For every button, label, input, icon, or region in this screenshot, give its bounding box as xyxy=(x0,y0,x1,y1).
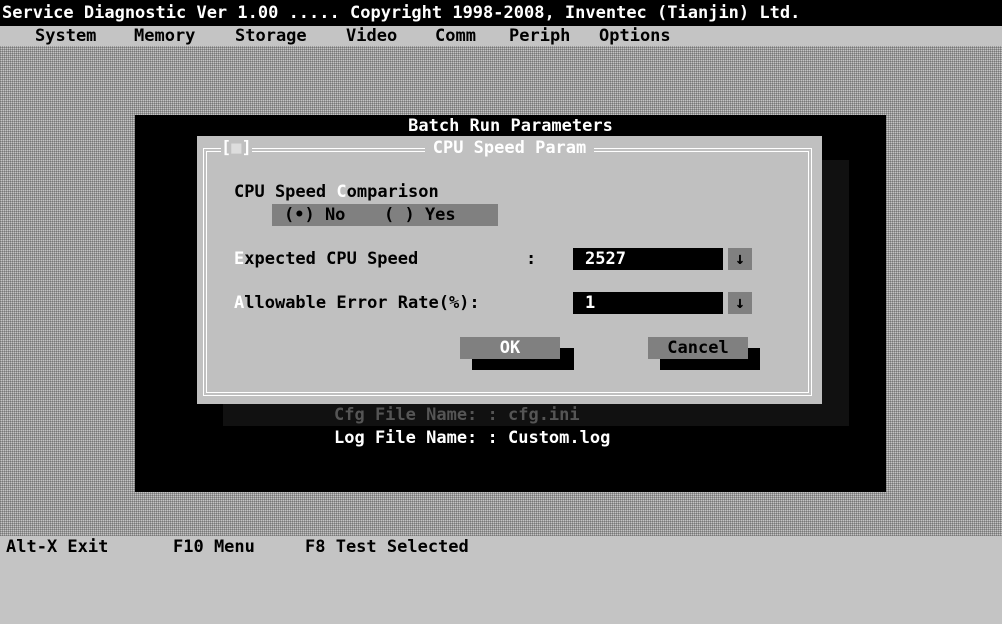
expected-cpu-speed-label: Expected CPU Speed xyxy=(234,248,418,270)
batch-run-title: Batch Run Parameters xyxy=(408,116,613,136)
menu-bar: System Memory Storage Video Comm Periph … xyxy=(0,26,1002,46)
close-icon: ■ xyxy=(231,138,242,158)
menu-comm[interactable]: Comm xyxy=(435,26,476,46)
title-bar: Service Diagnostic Ver 1.00 ..... Copyri… xyxy=(0,0,1002,26)
allowable-hotkey: A xyxy=(234,293,245,313)
expected-label-text: xpected CPU Speed xyxy=(244,249,419,269)
cpu-speed-comparison-label: CPU Speed Comparison xyxy=(234,181,439,203)
menu-storage[interactable]: Storage xyxy=(235,26,307,46)
expected-cpu-speed-input[interactable]: 2527 xyxy=(573,248,723,270)
close-box-right: ] xyxy=(241,138,252,158)
expected-colon: : xyxy=(526,249,537,269)
radio-no[interactable]: (•) No xyxy=(284,204,345,226)
expected-dropdown-icon[interactable]: ↓ xyxy=(728,248,752,270)
comparison-radio-group: (•) No ( ) Yes xyxy=(272,204,498,226)
radio-yes[interactable]: ( ) Yes xyxy=(384,204,456,226)
dialog-title-wrap: CPU Speed Param xyxy=(197,138,822,158)
status-f8-test-selected[interactable]: F8 Test Selected xyxy=(305,536,469,558)
comparison-label-suffix: omparison xyxy=(346,182,439,202)
menu-memory[interactable]: Memory xyxy=(134,26,195,46)
cfg-file-name: Cfg File Name: : cfg.ini xyxy=(334,405,580,425)
comparison-hotkey: C xyxy=(336,182,347,202)
close-box[interactable]: [■] xyxy=(221,138,252,158)
close-box-left: [ xyxy=(221,138,232,158)
allowable-error-rate-label: Allowable Error Rate(%): xyxy=(234,292,480,314)
comparison-label-prefix: CPU Speed xyxy=(234,182,337,202)
allowable-dropdown-icon[interactable]: ↓ xyxy=(728,292,752,314)
status-bar: Alt-X Exit F10 Menu F8 Test Selected xyxy=(0,536,1002,558)
expected-hotkey: E xyxy=(234,249,245,269)
ok-button[interactable]: OK xyxy=(460,337,560,359)
log-file-name: Log File Name: : Custom.log xyxy=(334,428,611,448)
menu-video[interactable]: Video xyxy=(346,26,397,46)
allowable-error-rate-input[interactable]: 1 xyxy=(573,292,723,314)
status-alt-x-exit[interactable]: Alt-X Exit xyxy=(6,536,108,558)
allowable-label-text: llowable Error Rate(%): xyxy=(244,293,480,313)
status-f10-menu[interactable]: F10 Menu xyxy=(173,536,255,558)
menu-system[interactable]: System xyxy=(35,26,96,46)
dialog-title: CPU Speed Param xyxy=(424,138,595,158)
menu-periph[interactable]: Periph xyxy=(509,26,570,46)
cancel-button[interactable]: Cancel xyxy=(648,337,748,359)
menu-options[interactable]: Options xyxy=(599,26,671,46)
